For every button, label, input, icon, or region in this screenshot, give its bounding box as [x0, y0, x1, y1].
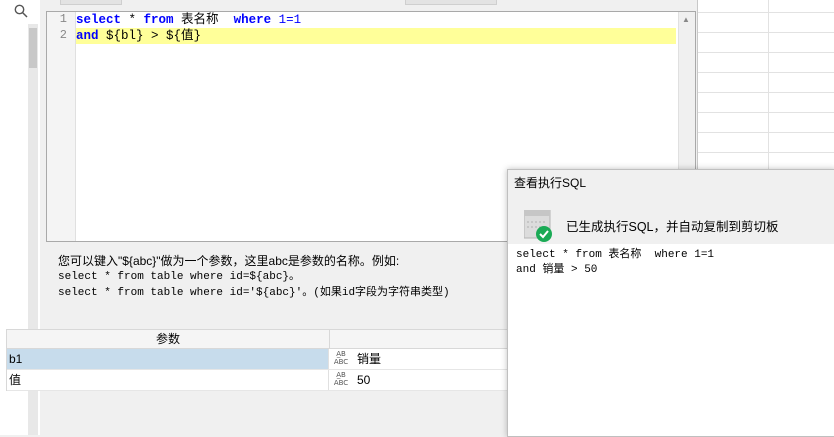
code-text: 表名称 — [173, 13, 234, 27]
left-scrollbar-thumb[interactable] — [29, 28, 37, 68]
sheet-gridline — [698, 72, 834, 73]
code-text: ${bl} > ${值} — [98, 29, 202, 43]
sheet-gridline — [698, 52, 834, 53]
dialog-message: 已生成执行SQL，并自动复制到剪切板 — [566, 220, 779, 234]
scroll-up-icon[interactable]: ▲ — [682, 15, 690, 24]
param-name[interactable]: 值 — [7, 370, 329, 390]
sheet-gridline — [698, 132, 834, 133]
code-line-1[interactable]: select * from 表名称 where 1=1 — [76, 12, 301, 28]
line-gutter: 1 2 — [47, 12, 76, 241]
top-tab-strip — [40, 0, 696, 10]
keyword: select — [76, 13, 122, 27]
type-label: ABC — [333, 358, 349, 366]
type-label: ABC — [333, 379, 349, 387]
hint-example: select * from table where id='${abc}'。(如… — [58, 287, 450, 299]
dialog-title[interactable]: 查看执行SQL — [508, 170, 834, 196]
keyword: where — [233, 13, 272, 27]
search-icon[interactable] — [10, 2, 32, 20]
top-tab-1[interactable] — [60, 0, 122, 5]
keyword: and — [76, 29, 99, 43]
generated-sql-text[interactable]: select * from 表名称 where 1=1 and 销量 > 50 — [516, 248, 828, 278]
background-spreadsheet — [697, 0, 834, 170]
database-success-icon — [523, 209, 554, 242]
view-sql-dialog: 查看执行SQL 已生成执行SQL，并自动复制到剪切板 select * from… — [507, 169, 834, 437]
sql-line: select * from 表名称 where 1=1 — [516, 249, 715, 261]
parameter-hint: 您可以键入"${abc}"做为一个参数，这里abc是参数的名称。例如: sele… — [58, 253, 450, 301]
abc-type-icon[interactable]: A̲B ABC — [330, 350, 352, 368]
keyword: from — [143, 13, 174, 27]
sheet-gridline — [768, 0, 769, 170]
sheet-gridline — [698, 92, 834, 93]
code-line-2[interactable]: and ${bl} > ${值} — [76, 28, 676, 44]
hint-line: 您可以键入"${abc}"做为一个参数，这里abc是参数的名称。例如: — [58, 254, 400, 268]
sheet-gridline — [698, 152, 834, 153]
line-number: 2 — [59, 28, 67, 42]
code-text: * — [121, 13, 144, 27]
sql-line: and 销量 > 50 — [516, 264, 598, 276]
line-number: 1 — [59, 12, 67, 26]
hint-example: select * from table where id=${abc}。 — [58, 271, 301, 283]
abc-type-icon[interactable]: A̲B ABC — [330, 371, 352, 389]
column-header-parameter[interactable]: 参数 — [7, 330, 330, 348]
sheet-gridline — [698, 12, 834, 13]
sheet-gridline — [698, 112, 834, 113]
sheet-gridline — [698, 32, 834, 33]
param-name[interactable]: b1 — [7, 349, 329, 369]
code-text: 1=1 — [271, 13, 302, 27]
dialog-banner: 已生成执行SQL，并自动复制到剪切板 — [508, 196, 834, 244]
top-tab-2[interactable] — [405, 0, 497, 5]
